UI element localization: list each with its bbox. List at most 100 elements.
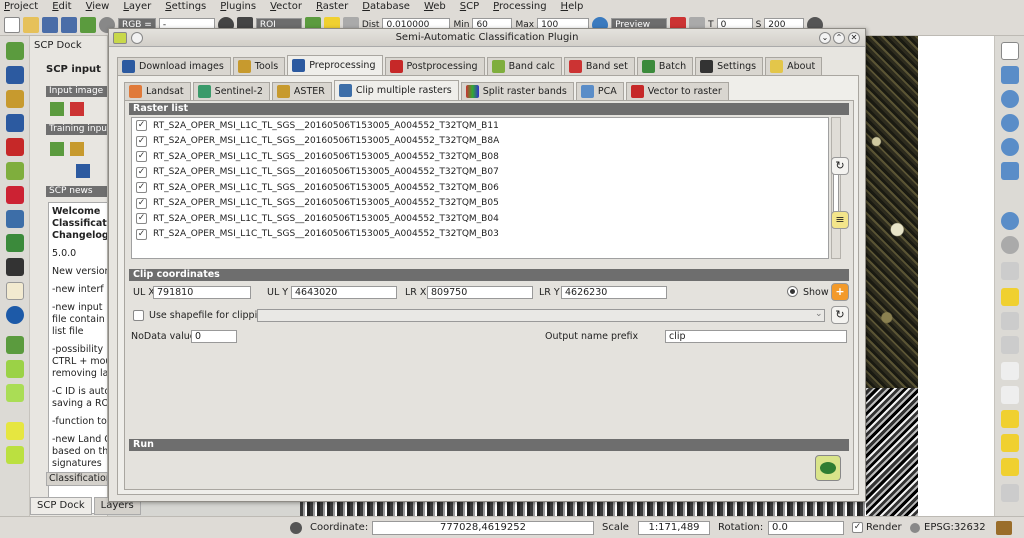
field-calc-icon[interactable] (1001, 362, 1019, 380)
menu-layer[interactable]: Layer (123, 0, 151, 14)
measure-icon[interactable] (1001, 236, 1019, 254)
tab-split-raster-bands[interactable]: Split raster bands (460, 82, 574, 100)
lrx-field[interactable]: 809750 (427, 286, 533, 299)
tab-preprocessing[interactable]: Preprocessing (287, 55, 383, 75)
tab-band-set[interactable]: Band set (563, 57, 635, 75)
raster-checkbox[interactable]: ✓ (136, 213, 147, 225)
raster-checkbox[interactable]: ✓ (136, 166, 147, 178)
zoom-full-icon[interactable] (1001, 162, 1019, 180)
tab-vector-to-raster[interactable]: Vector to raster (625, 82, 729, 100)
raster-list-scrollbar[interactable] (831, 117, 841, 259)
scp-input-icon[interactable] (80, 16, 96, 33)
map-background[interactable] (918, 36, 994, 516)
use-shapefile-checkbox[interactable] (133, 310, 144, 321)
raster-checkbox[interactable]: ✓ (136, 135, 147, 147)
add-clip-area-button[interactable]: + (831, 283, 849, 301)
tab-tools[interactable]: Tools (232, 57, 286, 75)
list-item[interactable]: ✓ RT_S2A_OPER_MSI_L1C_TL_SGS__20160506T15… (132, 134, 828, 150)
open-table-icon[interactable] (1001, 312, 1019, 330)
coordinate-toggle-icon[interactable] (290, 521, 302, 534)
refresh-list-button[interactable]: ↻ (831, 157, 849, 175)
menu-scp[interactable]: SCP (460, 0, 479, 14)
identify-icon[interactable] (1001, 212, 1019, 230)
save-as-icon[interactable] (61, 16, 77, 33)
raster-checkbox[interactable]: ✓ (136, 151, 147, 163)
close-button[interactable]: ✕ (848, 32, 860, 44)
tab-band-calc[interactable]: Band calc (486, 57, 562, 75)
maximize-button[interactable]: ⌃ (833, 32, 845, 44)
tools-icon[interactable] (6, 90, 24, 108)
minimize-button[interactable]: ⌄ (819, 32, 831, 44)
settings-icon[interactable] (6, 258, 24, 276)
tab-sentinel-2[interactable]: Sentinel-2 (192, 82, 270, 100)
tab-postprocessing[interactable]: Postprocessing (384, 57, 485, 75)
shapefile-select[interactable] (257, 309, 825, 322)
new-project-icon[interactable] (4, 16, 20, 33)
map-canvas-bottom[interactable] (300, 500, 866, 516)
tab-pca[interactable]: PCA (575, 82, 624, 100)
zoom-out-icon[interactable] (1001, 114, 1019, 132)
show-radio[interactable] (787, 286, 798, 297)
import-icon[interactable] (6, 114, 24, 132)
open-training-icon[interactable] (70, 142, 84, 156)
raster-checkbox[interactable]: ✓ (136, 197, 147, 209)
raster-checkbox[interactable]: ✓ (136, 182, 147, 194)
band-set-button-icon[interactable] (70, 102, 84, 116)
select-all-button[interactable]: ≡ (831, 211, 849, 229)
scp-dock-icon[interactable] (6, 42, 24, 60)
annotation-icon[interactable] (1001, 410, 1019, 428)
classification-tab[interactable]: Classification (46, 472, 108, 486)
band-calc-icon[interactable] (6, 162, 24, 180)
tab-about[interactable]: About (765, 57, 823, 75)
nodata-spinbox[interactable]: 0 (191, 330, 237, 343)
list-item[interactable]: ✓ RT_S2A_OPER_MSI_L1C_TL_SGS__20160506T15… (132, 149, 828, 165)
messages-icon[interactable] (996, 520, 1012, 535)
tab-batch[interactable]: Batch (636, 57, 694, 75)
text-annotation-icon[interactable] (1001, 434, 1019, 452)
tab-download-images[interactable]: Download images (117, 57, 231, 75)
open-folder-icon[interactable] (23, 16, 39, 33)
menu-processing[interactable]: Processing (493, 0, 546, 14)
select-icon[interactable] (1001, 262, 1019, 280)
menu-edit[interactable]: Edit (52, 0, 71, 14)
aster-icon[interactable] (6, 384, 24, 402)
statistics-icon[interactable] (1001, 336, 1019, 354)
menu-view[interactable]: View (86, 0, 110, 14)
preprocessing-icon[interactable] (6, 138, 24, 156)
raster-checkbox[interactable]: ✓ (136, 228, 147, 240)
menu-web[interactable]: Web (424, 0, 446, 14)
dialog-menu-button[interactable] (131, 32, 143, 44)
add-layer-icon[interactable] (6, 422, 24, 440)
help-icon[interactable] (6, 306, 24, 324)
new-training-icon[interactable] (50, 142, 64, 156)
batch-icon[interactable] (6, 234, 24, 252)
refresh-shapefile-button[interactable]: ↻ (831, 306, 849, 324)
tab-landsat[interactable]: Landsat (124, 82, 191, 100)
uly-field[interactable]: 4643020 (291, 286, 397, 299)
menu-vector[interactable]: Vector (270, 0, 302, 14)
menu-project[interactable]: Project (4, 0, 38, 14)
zoom-native-icon[interactable] (1001, 138, 1019, 156)
list-item[interactable]: ✓ RT_S2A_OPER_MSI_L1C_TL_SGS__20160506T15… (132, 196, 828, 212)
list-item[interactable]: ✓ RT_S2A_OPER_MSI_L1C_TL_SGS__20160506T15… (132, 227, 828, 243)
menu-raster[interactable]: Raster (316, 0, 348, 14)
coordinate-field[interactable]: 777028,4619252 (372, 520, 594, 535)
tab-scp-dock[interactable]: SCP Dock (30, 497, 92, 515)
list-item[interactable]: ✓ RT_S2A_OPER_MSI_L1C_TL_SGS__20160506T15… (132, 118, 828, 134)
import-signatures-icon[interactable] (76, 164, 90, 178)
epsg-label[interactable]: EPSG:32632 (924, 522, 986, 533)
lry-field[interactable]: 4626230 (561, 286, 667, 299)
pan-hand-icon[interactable] (1001, 42, 1019, 60)
pan-to-selection-icon[interactable] (1001, 66, 1019, 84)
spectral-plot-icon[interactable] (6, 186, 24, 204)
run-button[interactable] (815, 455, 841, 481)
tab-aster[interactable]: ASTER (271, 82, 332, 100)
menu-settings[interactable]: Settings (165, 0, 206, 14)
zoom-in-icon[interactable] (1001, 90, 1019, 108)
tab-clip-multiple-rasters[interactable]: Clip multiple rasters (333, 80, 459, 100)
scale-bar-icon[interactable] (1001, 386, 1019, 404)
prefix-field[interactable]: clip (665, 330, 847, 343)
tab-settings[interactable]: Settings (695, 57, 764, 75)
list-item[interactable]: ✓ RT_S2A_OPER_MSI_L1C_TL_SGS__20160506T15… (132, 165, 828, 181)
open-image-icon[interactable] (50, 102, 64, 116)
